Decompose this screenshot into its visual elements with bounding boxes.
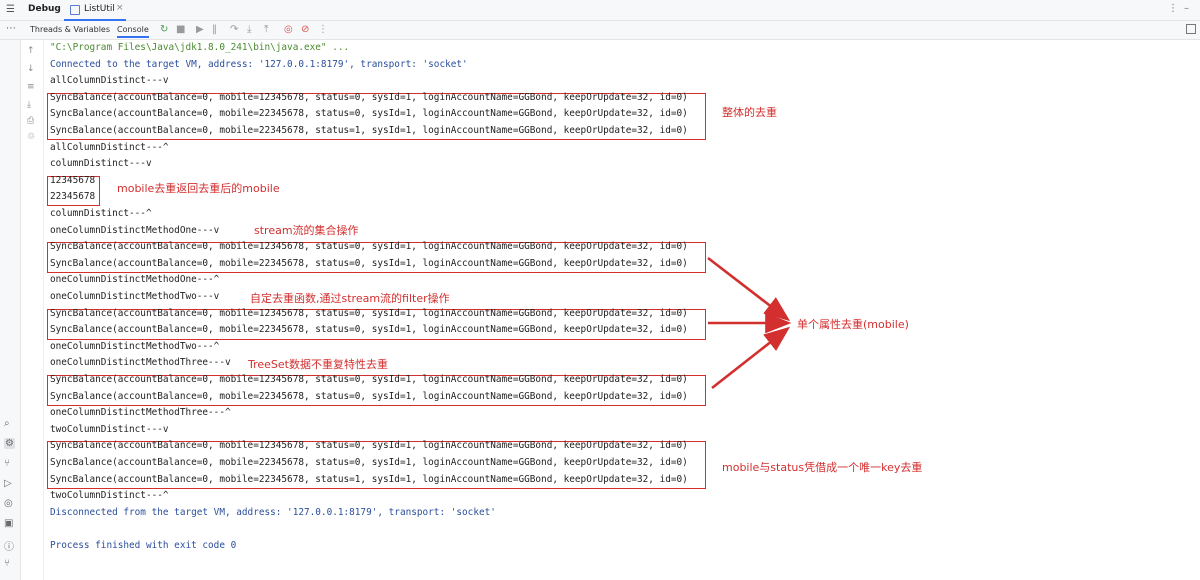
arrow-from-treeset bbox=[711, 326, 791, 390]
arrow-from-stream bbox=[707, 256, 791, 322]
arrow-overlay bbox=[707, 256, 792, 390]
